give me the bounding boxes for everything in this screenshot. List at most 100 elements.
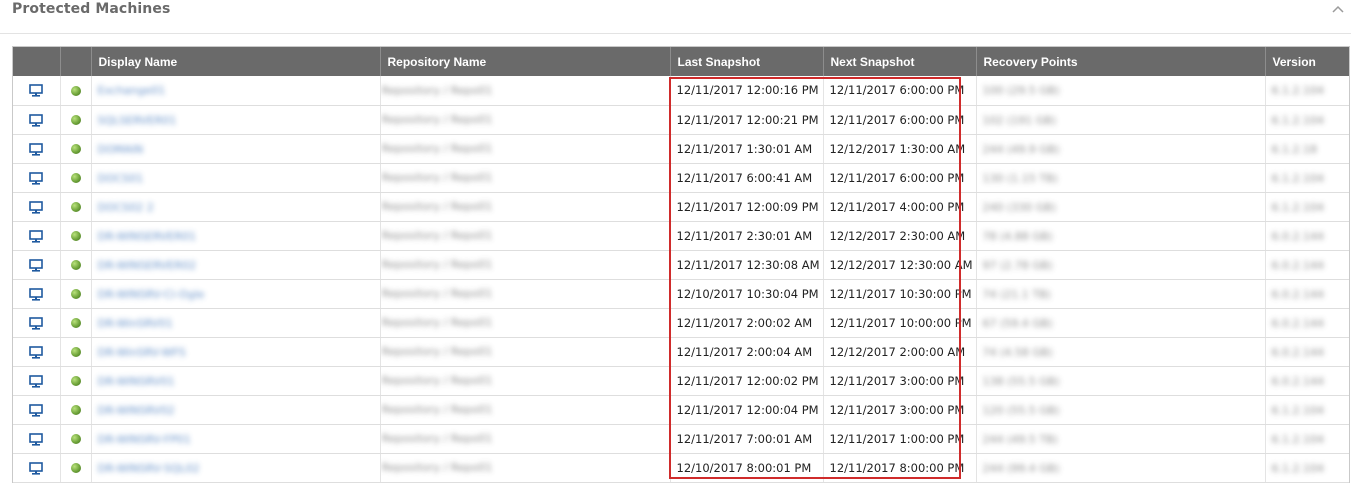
next-snapshot-cell: 12/12/2017 2:30:00 AM <box>823 221 977 251</box>
status-cell <box>60 395 92 425</box>
display-name-cell[interactable]: DR-WINSRV02 <box>91 395 381 425</box>
display-name-cell[interactable]: DOCS01 <box>91 163 381 193</box>
machine-icon-cell[interactable] <box>13 221 61 251</box>
monitor-icon[interactable] <box>29 374 44 388</box>
next-snapshot-value: 12/12/2017 1:30:00 AM <box>829 141 966 156</box>
display-name-cell[interactable]: DR-WinSRV01 <box>91 308 381 338</box>
display-name-cell[interactable]: DR-WINSERVER02 <box>91 250 381 280</box>
machine-icon-cell[interactable] <box>13 250 61 280</box>
version-value: 6.1.2.104 <box>1271 84 1324 98</box>
table-row[interactable]: DR-WINSRV01 Repository / Repo01 12/11/20… <box>13 366 1349 396</box>
monitor-icon[interactable] <box>29 403 44 417</box>
header-next-snapshot[interactable]: Next Snapshot <box>823 47 977 76</box>
machine-icon-cell[interactable] <box>13 395 61 425</box>
display-name-link[interactable]: DR-WINSRV01 <box>98 375 175 388</box>
display-name-cell[interactable]: DR-WINSRV-SQL02 <box>91 453 381 483</box>
table-row[interactable]: DOMAIN Repository / Repo01 12/11/2017 1:… <box>13 134 1349 164</box>
machine-icon-cell[interactable] <box>13 366 61 396</box>
table-row[interactable]: DR-WinSRV01 Repository / Repo01 12/11/20… <box>13 308 1349 338</box>
display-name-cell[interactable]: DOMAIN <box>91 134 381 164</box>
display-name-cell[interactable]: Exchange01 <box>91 76 381 106</box>
header-repository-name[interactable]: Repository Name <box>380 47 671 76</box>
last-snapshot-cell: 12/10/2017 8:00:01 PM <box>670 453 824 483</box>
table-row[interactable]: DR-WINSRV-Cl-Ogle Repository / Repo01 12… <box>13 279 1349 309</box>
display-name-link[interactable]: DOMAIN <box>98 143 144 156</box>
version-value: 6.0.2.144 <box>1271 345 1324 359</box>
machine-icon-cell[interactable] <box>13 308 61 338</box>
display-name-link[interactable]: Exchange01 <box>98 84 166 97</box>
machine-icon-cell[interactable] <box>13 163 61 193</box>
header-display-name[interactable]: Display Name <box>91 47 381 76</box>
repository-name-cell: Repository / Repo01 <box>380 163 671 193</box>
recovery-points-value: 244 (49.5 TB) <box>982 432 1058 446</box>
display-name-cell[interactable]: SQLSERVER01 <box>91 105 381 135</box>
header-status-col[interactable] <box>60 47 92 76</box>
monitor-icon[interactable] <box>29 461 44 475</box>
machine-icon-cell[interactable] <box>13 192 61 222</box>
monitor-icon[interactable] <box>29 316 44 330</box>
monitor-icon[interactable] <box>29 84 44 97</box>
display-name-cell[interactable]: DR-WINSRV-Cl-Ogle <box>91 279 381 309</box>
version-value: 6.1.2.104 <box>1271 432 1324 446</box>
version-cell: 6.0.2.144 <box>1265 221 1349 251</box>
status-cell <box>60 366 92 396</box>
header-version[interactable]: Version <box>1265 47 1349 76</box>
table-row[interactable]: DR-WINSERVER01 Repository / Repo01 12/11… <box>13 221 1349 251</box>
table-row[interactable]: DR-WinSRV-WFS Repository / Repo01 12/11/… <box>13 337 1349 367</box>
display-name-link[interactable]: DOCS01 <box>98 172 144 185</box>
next-snapshot-cell: 12/11/2017 10:30:00 PM <box>823 279 977 309</box>
machine-icon-cell[interactable] <box>13 134 61 164</box>
monitor-icon[interactable] <box>29 258 44 272</box>
table-row[interactable]: DOCS01 Repository / Repo01 12/11/2017 6:… <box>13 163 1349 193</box>
header-machine-icon-col[interactable] <box>13 47 61 76</box>
repository-name-cell: Repository / Repo01 <box>380 395 671 425</box>
table-row[interactable]: DR-WINSRV-FP01 Repository / Repo01 12/11… <box>13 424 1349 454</box>
monitor-icon[interactable] <box>29 345 44 359</box>
display-name-cell[interactable]: DR-WINSERVER01 <box>91 221 381 251</box>
monitor-icon[interactable] <box>29 200 44 214</box>
last-snapshot-value: 12/11/2017 6:00:41 AM <box>676 170 813 185</box>
table-row[interactable]: DR-WINSRV02 Repository / Repo01 12/11/20… <box>13 395 1349 425</box>
display-name-link[interactable]: DR-WINSRV-FP01 <box>98 433 191 446</box>
display-name-cell[interactable]: DOCS02 2 <box>91 192 381 222</box>
display-name-cell[interactable]: DR-WinSRV-WFS <box>91 337 381 367</box>
machine-icon-cell[interactable] <box>13 453 61 483</box>
machine-icon-cell[interactable] <box>13 424 61 454</box>
display-name-link[interactable]: DR-WINSRV-Cl-Ogle <box>98 288 205 301</box>
table-row[interactable]: DR-WINSERVER02 Repository / Repo01 12/11… <box>13 250 1349 280</box>
display-name-link[interactable]: DR-WINSRV-SQL02 <box>98 462 200 475</box>
header-last-snapshot[interactable]: Last Snapshot <box>670 47 824 76</box>
display-name-cell[interactable]: DR-WINSRV-FP01 <box>91 424 381 454</box>
monitor-icon[interactable] <box>29 113 44 127</box>
machine-icon-cell[interactable] <box>13 105 61 135</box>
monitor-icon[interactable] <box>29 171 44 185</box>
display-name-link[interactable]: DR-WinSRV-WFS <box>98 346 186 359</box>
display-name-link[interactable]: DR-WINSERVER02 <box>98 259 197 272</box>
chevron-up-icon[interactable] <box>1331 3 1345 17</box>
machine-icon-cell[interactable] <box>13 279 61 309</box>
version-cell: 6.0.2.144 <box>1265 279 1349 309</box>
table-row[interactable]: Exchange01 Repository / Repo01 12/11/201… <box>13 76 1349 106</box>
machine-icon-cell[interactable] <box>13 76 61 106</box>
next-snapshot-cell: 12/12/2017 2:00:00 AM <box>823 337 977 367</box>
table-row[interactable]: DOCS02 2 Repository / Repo01 12/11/2017 … <box>13 192 1349 222</box>
repository-name-cell: Repository / Repo01 <box>380 105 671 135</box>
display-name-link[interactable]: DR-WinSRV01 <box>98 317 173 330</box>
display-name-link[interactable]: DOCS02 2 <box>98 201 154 214</box>
machine-icon-cell[interactable] <box>13 337 61 367</box>
status-cell <box>60 308 92 338</box>
table-body: Exchange01 Repository / Repo01 12/11/201… <box>13 76 1349 483</box>
monitor-icon[interactable] <box>29 287 44 301</box>
monitor-icon[interactable] <box>29 229 44 243</box>
display-name-link[interactable]: DR-WINSERVER01 <box>98 230 197 243</box>
status-cell <box>60 221 92 251</box>
display-name-link[interactable]: SQLSERVER01 <box>98 114 177 127</box>
table-row[interactable]: DR-WINSRV-SQL02 Repository / Repo01 12/1… <box>13 453 1349 483</box>
display-name-cell[interactable]: DR-WINSRV01 <box>91 366 381 396</box>
display-name-link[interactable]: DR-WINSRV02 <box>98 404 175 417</box>
monitor-icon[interactable] <box>29 142 44 156</box>
table-row[interactable]: SQLSERVER01 Repository / Repo01 12/11/20… <box>13 105 1349 135</box>
last-snapshot-value: 12/11/2017 12:00:09 PM <box>676 199 819 214</box>
header-recovery-points[interactable]: Recovery Points <box>976 47 1266 76</box>
monitor-icon[interactable] <box>29 432 44 446</box>
